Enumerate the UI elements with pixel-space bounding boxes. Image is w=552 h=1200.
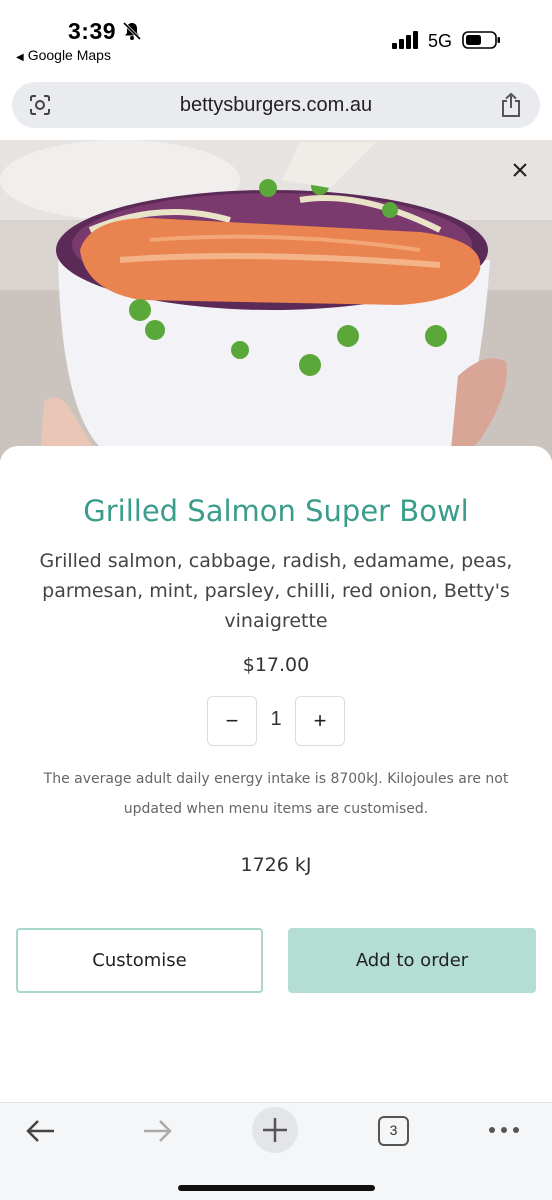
- energy-value: 1726 kJ: [240, 854, 312, 876]
- plus-icon: [263, 1118, 287, 1142]
- close-icon[interactable]: [510, 160, 530, 180]
- status-bar: 3:39 ◀ Google Maps 5G: [0, 0, 552, 72]
- back-to-app-link[interactable]: ◀ Google Maps: [16, 47, 111, 63]
- quantity-increase-button[interactable]: +: [295, 696, 345, 746]
- back-arrow-icon[interactable]: [24, 1117, 56, 1145]
- customise-button[interactable]: Customise: [16, 928, 263, 993]
- quantity-value: 1: [270, 708, 282, 730]
- item-description: Grilled salmon, cabbage, radish, edamame…: [39, 550, 513, 632]
- bell-off-icon: [122, 21, 142, 41]
- new-tab-button[interactable]: [252, 1107, 298, 1153]
- product-detail-sheet: Grilled Salmon Super Bowl Grilled salmon…: [0, 446, 552, 1102]
- back-app-label: Google Maps: [27, 47, 111, 63]
- quantity-decrease-button[interactable]: −: [207, 696, 257, 746]
- energy-disclaimer: The average adult daily energy intake is…: [43, 771, 509, 817]
- signal-icon: [392, 31, 418, 49]
- status-time: 3:39: [68, 18, 117, 44]
- tabs-button[interactable]: 3: [378, 1116, 409, 1146]
- product-image: [0, 140, 552, 460]
- item-price: $17.00: [242, 654, 310, 676]
- home-indicator: [178, 1185, 375, 1191]
- share-icon[interactable]: [500, 92, 522, 118]
- address-bar[interactable]: bettysburgers.com.au: [12, 82, 540, 128]
- url-text[interactable]: bettysburgers.com.au: [12, 94, 540, 117]
- add-to-order-button[interactable]: Add to order: [288, 928, 536, 993]
- browser-toolbar: 3: [0, 1102, 552, 1200]
- item-title: Grilled Salmon Super Bowl: [83, 494, 469, 528]
- battery-icon: [462, 31, 500, 49]
- network-type: 5G: [428, 31, 453, 51]
- forward-arrow-icon[interactable]: [142, 1117, 174, 1145]
- back-triangle-icon: ◀: [16, 52, 24, 63]
- more-icon[interactable]: [488, 1125, 520, 1135]
